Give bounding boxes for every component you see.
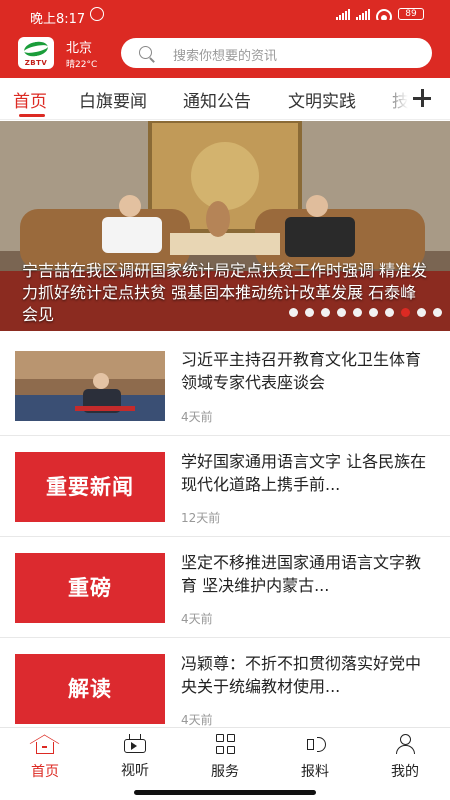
nav-media-label: 视听 bbox=[121, 763, 149, 779]
news-thumbnail: 解读 bbox=[15, 654, 165, 724]
home-icon bbox=[36, 742, 54, 754]
nav-profile[interactable]: 我的 bbox=[370, 734, 440, 784]
news-time: 4天前 bbox=[181, 612, 213, 626]
active-tab-indicator bbox=[19, 114, 45, 117]
nav-home-label: 首页 bbox=[31, 764, 59, 780]
user-icon bbox=[394, 734, 416, 754]
nav-media[interactable]: 视听 bbox=[100, 734, 170, 784]
carousel-dot[interactable] bbox=[369, 308, 378, 317]
carousel-dot[interactable] bbox=[321, 308, 330, 317]
city-name: 北京 bbox=[66, 41, 93, 56]
tab-civilization-practice[interactable]: 文明实践 bbox=[288, 87, 356, 112]
logo-swoosh-icon bbox=[22, 39, 50, 59]
nav-report[interactable]: 报料 bbox=[280, 734, 350, 784]
banner-carousel[interactable]: 宁吉喆在我区调研国家统计局定点扶贫工作时强调 精准发力抓好统计定点扶贫 强基固本… bbox=[0, 121, 450, 331]
status-indicators: 89 bbox=[336, 8, 424, 20]
nav-home[interactable]: 首页 bbox=[10, 734, 80, 784]
news-title: 坚定不移推进国家通用语言文字教育 坚决维护内蒙古... bbox=[181, 553, 422, 595]
carousel-dot[interactable] bbox=[417, 308, 426, 317]
add-channel-icon[interactable] bbox=[412, 88, 432, 108]
carousel-dot[interactable] bbox=[305, 308, 314, 317]
nav-services[interactable]: 服务 bbox=[190, 734, 260, 784]
speaker-icon bbox=[304, 734, 326, 754]
nav-profile-label: 我的 bbox=[391, 764, 419, 780]
news-item[interactable]: 习近平主持召开教育文化卫生体育领域专家代表座谈会 4天前 bbox=[0, 335, 450, 436]
status-bar: 晚上8:17 89 bbox=[0, 0, 450, 30]
news-title: 学好国家通用语言文字 让各民族在现代化道路上携手前... bbox=[181, 452, 427, 494]
news-time: 4天前 bbox=[181, 713, 213, 727]
status-time: 晚上8:17 bbox=[30, 12, 86, 27]
app-logo[interactable]: ZBTV bbox=[18, 37, 54, 69]
nav-report-label: 报料 bbox=[301, 764, 329, 780]
logo-text: ZBTV bbox=[24, 59, 48, 67]
weather-text: 晴22°C bbox=[66, 60, 98, 70]
tab-notices[interactable]: 通知公告 bbox=[183, 87, 251, 112]
battery-icon: 89 bbox=[398, 8, 424, 20]
news-item[interactable]: 重要新闻 学好国家通用语言文字 让各民族在现代化道路上携手前... 12天前 bbox=[0, 436, 450, 537]
search-input[interactable]: 搜索你想要的资讯 bbox=[121, 38, 432, 68]
carousel-dot[interactable] bbox=[433, 308, 442, 317]
news-title: 冯颖尊：不折不扣贯彻落实好党中央关于统编教材使用... bbox=[181, 654, 422, 696]
alarm-icon bbox=[90, 7, 104, 21]
search-placeholder: 搜索你想要的资讯 bbox=[173, 49, 278, 64]
app-header: 晚上8:17 89 ZBTV 北京 晴22°C 搜索你想要的资讯 bbox=[0, 0, 450, 78]
home-indicator[interactable] bbox=[134, 790, 316, 795]
news-title: 习近平主持召开教育文化卫生体育领域专家代表座谈会 bbox=[181, 350, 422, 392]
location-weather[interactable]: 北京 晴22°C bbox=[66, 37, 97, 70]
news-time: 12天前 bbox=[181, 511, 221, 525]
news-time: 4天前 bbox=[181, 410, 213, 424]
channel-tabs: 首页 白旗要闻 通知公告 文明实践 技 bbox=[0, 78, 450, 120]
tab-baiqi-news[interactable]: 白旗要闻 bbox=[79, 87, 147, 112]
carousel-indicator bbox=[289, 308, 442, 317]
carousel-dot-active[interactable] bbox=[401, 308, 410, 317]
news-item[interactable]: 解读 冯颖尊：不折不扣贯彻落实好党中央关于统编教材使用... 4天前 bbox=[0, 638, 450, 739]
wifi-icon bbox=[376, 8, 392, 20]
news-thumbnail: 重要新闻 bbox=[15, 452, 165, 522]
signal-icon-2 bbox=[356, 8, 370, 20]
grid-icon bbox=[214, 734, 236, 754]
carousel-dot[interactable] bbox=[289, 308, 298, 317]
carousel-dot[interactable] bbox=[385, 308, 394, 317]
news-photo bbox=[15, 351, 165, 421]
news-item[interactable]: 重磅 坚定不移推进国家通用语言文字教育 坚决维护内蒙古... 4天前 bbox=[0, 537, 450, 638]
signal-icon bbox=[336, 8, 350, 20]
news-thumbnail: 重磅 bbox=[15, 553, 165, 623]
nav-services-label: 服务 bbox=[211, 764, 239, 780]
carousel-dot[interactable] bbox=[337, 308, 346, 317]
tv-icon bbox=[124, 739, 146, 753]
carousel-dot[interactable] bbox=[353, 308, 362, 317]
tab-home[interactable]: 首页 bbox=[13, 87, 47, 112]
news-thumbnail bbox=[15, 351, 165, 421]
search-icon bbox=[139, 46, 152, 59]
